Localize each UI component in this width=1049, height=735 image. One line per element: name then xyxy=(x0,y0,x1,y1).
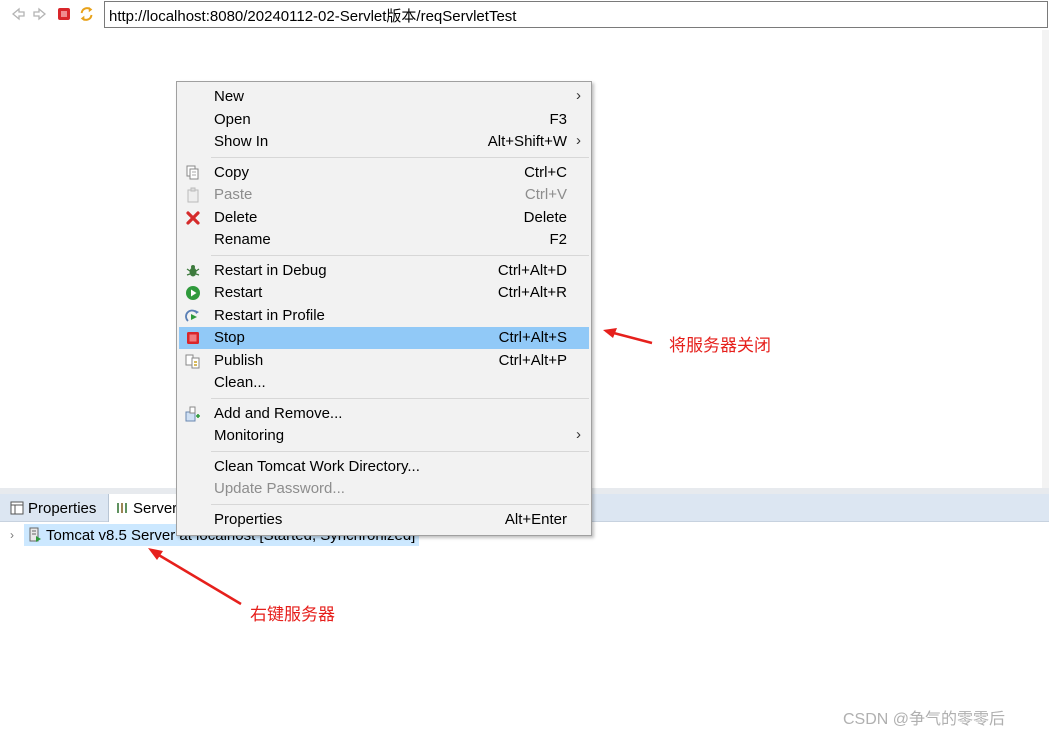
rightclick-annotation-arrow xyxy=(151,549,242,606)
watermark: CSDN @争气的零零后 xyxy=(843,711,1006,728)
rightclick-annotation-text: 右键服务器 xyxy=(250,605,335,624)
stop-annotation-arrowhead xyxy=(603,328,617,338)
stop-annotation-text: 将服务器关闭 xyxy=(669,336,771,355)
rightclick-annotation-arrowhead xyxy=(148,548,163,560)
screen: http://localhost:8080/20240112-02-Servle… xyxy=(0,0,1049,735)
annotation-arrows xyxy=(148,328,653,606)
